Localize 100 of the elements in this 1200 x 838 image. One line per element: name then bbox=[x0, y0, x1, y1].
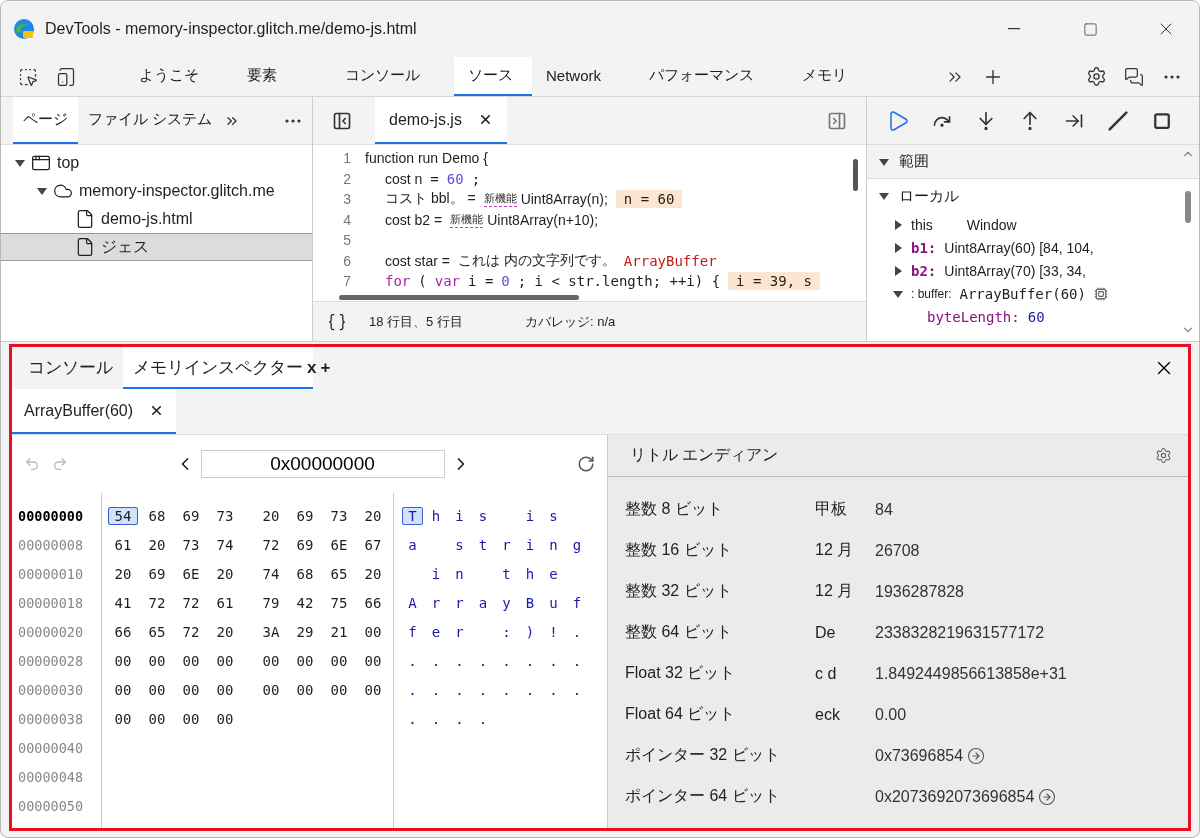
ascii-character[interactable]: h bbox=[425, 506, 447, 525]
hex-byte[interactable]: 00 bbox=[324, 651, 354, 670]
refresh-icon[interactable] bbox=[577, 455, 595, 473]
panel-tab[interactable]: メモリ bbox=[788, 57, 866, 96]
ascii-character[interactable]: . bbox=[402, 651, 423, 670]
ascii-character[interactable]: ) bbox=[519, 622, 541, 641]
hex-byte[interactable]: 20 bbox=[358, 564, 388, 583]
ascii-character[interactable]: . bbox=[543, 651, 564, 670]
hex-byte[interactable]: 00 bbox=[142, 651, 172, 670]
ascii-character[interactable]: . bbox=[519, 680, 541, 699]
ascii-character[interactable]: . bbox=[543, 680, 564, 699]
hex-byte[interactable]: 72 bbox=[256, 535, 286, 554]
ascii-character[interactable]: . bbox=[566, 680, 588, 699]
hex-byte[interactable]: 00 bbox=[142, 680, 172, 699]
expanded-triangle-icon[interactable] bbox=[37, 186, 47, 196]
ascii-character[interactable]: T bbox=[402, 506, 423, 525]
ascii-character[interactable]: t bbox=[472, 535, 494, 554]
ascii-character[interactable]: A bbox=[402, 593, 423, 612]
hex-byte[interactable]: 72 bbox=[176, 593, 206, 612]
hex-byte[interactable]: 74 bbox=[256, 564, 286, 583]
hex-byte[interactable]: 00 bbox=[358, 651, 388, 670]
ascii-character[interactable]: s bbox=[449, 535, 470, 554]
pretty-print-icon[interactable] bbox=[327, 311, 347, 332]
panel-tab[interactable]: コンソール bbox=[331, 57, 434, 96]
hex-byte[interactable]: 00 bbox=[142, 709, 172, 728]
scrollbar[interactable] bbox=[339, 295, 579, 300]
hex-byte[interactable]: 67 bbox=[358, 535, 388, 554]
buffer-tab[interactable]: ArrayBuffer(60) bbox=[12, 389, 177, 434]
ascii-character[interactable]: . bbox=[519, 651, 541, 670]
drawer-tab[interactable]: コンソール bbox=[18, 347, 123, 389]
navigator-tab[interactable]: ファイル システム bbox=[78, 97, 223, 144]
hex-byte[interactable]: 73 bbox=[210, 506, 240, 525]
ascii-character[interactable]: r bbox=[425, 593, 447, 612]
hex-byte[interactable]: 20 bbox=[142, 535, 172, 554]
ascii-character[interactable]: e bbox=[543, 564, 564, 583]
value-format[interactable]: 12 月 bbox=[815, 581, 875, 602]
collapsed-triangle-icon[interactable] bbox=[893, 219, 903, 230]
ascii-character[interactable]: f bbox=[566, 593, 588, 612]
ascii-character[interactable]: e bbox=[425, 622, 447, 641]
ascii-character[interactable]: . bbox=[449, 651, 470, 670]
tree-item[interactable]: top bbox=[1, 149, 312, 177]
hex-byte[interactable]: 69 bbox=[290, 535, 320, 554]
hex-byte[interactable]: 65 bbox=[324, 564, 354, 583]
ascii-character[interactable]: n bbox=[449, 564, 470, 583]
file-tab[interactable]: demo-js.js bbox=[375, 97, 507, 144]
panel-tab[interactable]: 要素 bbox=[233, 57, 311, 96]
ascii-character[interactable]: . bbox=[472, 709, 494, 728]
hex-byte[interactable]: 69 bbox=[176, 506, 206, 525]
hex-byte[interactable]: 68 bbox=[290, 564, 320, 583]
section-header[interactable]: 範囲 bbox=[867, 145, 1199, 179]
hex-byte[interactable]: 3A bbox=[256, 622, 286, 641]
hex-byte[interactable]: 00 bbox=[290, 680, 320, 699]
expanded-triangle-icon[interactable] bbox=[893, 288, 903, 299]
hex-byte[interactable]: 6E bbox=[176, 564, 206, 583]
tree-item[interactable]: memory-inspector.glitch.me bbox=[1, 177, 312, 205]
hex-byte[interactable]: 41 bbox=[108, 593, 138, 612]
ascii-character[interactable]: i bbox=[425, 564, 447, 583]
hex-byte[interactable]: 72 bbox=[176, 622, 206, 641]
hex-byte[interactable]: 29 bbox=[290, 622, 320, 641]
tree-item[interactable]: ジェス bbox=[1, 233, 312, 261]
hex-byte[interactable]: 20 bbox=[256, 506, 286, 525]
hex-byte[interactable]: 61 bbox=[108, 535, 138, 554]
value-format[interactable]: De bbox=[815, 623, 875, 642]
ascii-character[interactable]: B bbox=[519, 593, 541, 612]
hex-byte[interactable]: 72 bbox=[142, 593, 172, 612]
hex-byte[interactable]: 00 bbox=[176, 709, 206, 728]
memory-chip-icon[interactable] bbox=[1093, 286, 1108, 301]
ascii-character[interactable]: r bbox=[449, 593, 470, 612]
expanded-triangle-icon[interactable] bbox=[15, 158, 25, 168]
collapsed-triangle-icon[interactable] bbox=[893, 265, 903, 276]
hex-byte[interactable]: 00 bbox=[256, 651, 286, 670]
hex-byte[interactable]: 75 bbox=[324, 593, 354, 612]
ascii-character[interactable]: a bbox=[472, 593, 494, 612]
ascii-character[interactable]: t bbox=[496, 564, 517, 583]
ascii-character[interactable]: . bbox=[496, 680, 517, 699]
hex-byte[interactable]: 69 bbox=[290, 506, 320, 525]
ascii-character[interactable]: s bbox=[472, 506, 494, 525]
ascii-character[interactable]: u bbox=[543, 593, 564, 612]
ascii-character[interactable]: i bbox=[519, 535, 541, 554]
hex-byte[interactable]: 66 bbox=[358, 593, 388, 612]
hex-byte[interactable]: 73 bbox=[176, 535, 206, 554]
add-tab-mark[interactable]: + bbox=[320, 358, 331, 378]
hex-byte[interactable]: 61 bbox=[210, 593, 240, 612]
settings-icon[interactable] bbox=[1155, 447, 1172, 464]
panel-tab[interactable]: パフォーマンス bbox=[635, 57, 768, 96]
ascii-character[interactable]: . bbox=[402, 680, 423, 699]
hex-byte[interactable]: 00 bbox=[210, 651, 240, 670]
ascii-character[interactable]: h bbox=[519, 564, 541, 583]
hex-byte[interactable]: 00 bbox=[108, 680, 138, 699]
value-format[interactable]: c d bbox=[815, 664, 875, 683]
ascii-character[interactable]: . bbox=[449, 709, 470, 728]
hex-byte[interactable]: 20 bbox=[210, 622, 240, 641]
hex-byte[interactable]: 00 bbox=[108, 651, 138, 670]
panel-tab[interactable]: ソース bbox=[454, 57, 532, 96]
expanded-triangle-icon[interactable] bbox=[879, 156, 889, 167]
scrollbar[interactable] bbox=[1185, 191, 1191, 223]
ascii-character[interactable]: a bbox=[402, 535, 423, 554]
hex-byte[interactable]: 79 bbox=[256, 593, 286, 612]
hex-byte[interactable]: 00 bbox=[176, 680, 206, 699]
hex-byte[interactable]: 21 bbox=[324, 622, 354, 641]
